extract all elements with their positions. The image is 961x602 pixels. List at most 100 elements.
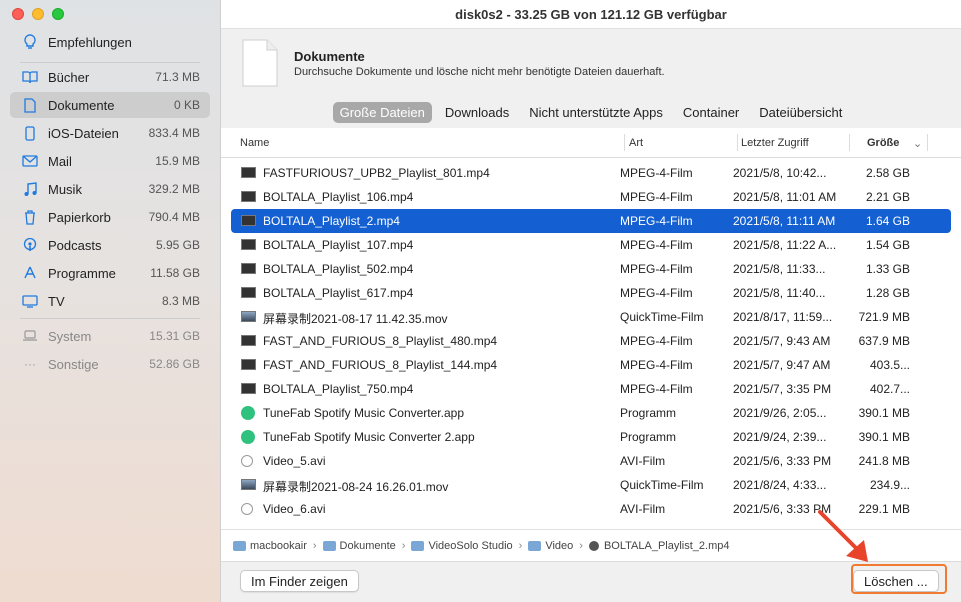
breadcrumb-item[interactable]: Dokumente: [340, 540, 396, 552]
file-last-accessed: 2021/5/8, 10:42...: [733, 166, 827, 180]
scrollbar[interactable]: [951, 168, 957, 528]
breadcrumb-item[interactable]: Video: [545, 540, 573, 552]
file-name: 屏幕录制2021-08-24 16.26.01.mov: [263, 480, 449, 494]
sidebar-item-size: 8.3 MB: [161, 294, 200, 308]
sidebar-item-label: Bücher: [48, 69, 90, 85]
delete-button[interactable]: Löschen ...: [853, 570, 939, 592]
laptop-icon: [20, 330, 40, 342]
table-row[interactable]: TuneFab Spotify Music Converter 2.app Pro…: [231, 425, 951, 449]
sidebar-item-programme[interactable]: Programme 11.58 GB: [10, 260, 210, 286]
sidebar-item-size: 0 KB: [173, 98, 200, 112]
file-kind: MPEG-4-Film: [620, 382, 693, 396]
file-kind: MPEG-4-Film: [620, 166, 693, 180]
sort-chevron-icon[interactable]: ⌄: [913, 137, 922, 150]
minimize-window-button[interactable]: [32, 8, 44, 20]
sidebar-item-mail[interactable]: Mail 15.9 MB: [10, 148, 210, 174]
file-size: 241.8 MB: [858, 454, 910, 468]
file-kind: AVI-Film: [620, 454, 666, 468]
sidebar-item-size: 790.4 MB: [148, 210, 200, 224]
file-last-accessed: 2021/5/8, 11:11 AM: [733, 214, 836, 228]
file-last-accessed: 2021/5/8, 11:22 A...: [733, 238, 837, 252]
file-name: BOLTALA_Playlist_750.mp4: [263, 382, 414, 396]
sidebar-item-empfehlungen[interactable]: Empfehlungen: [10, 29, 210, 55]
tab-nicht-unterstuetzte-apps[interactable]: Nicht unterstützte Apps: [522, 102, 670, 123]
table-row[interactable]: FAST_AND_FURIOUS_8_Playlist_480.mp4 MPEG-…: [231, 329, 951, 353]
tab-downloads[interactable]: Downloads: [438, 102, 516, 123]
video-thumbnail-icon: [241, 167, 256, 178]
file-kind: MPEG-4-Film: [620, 262, 693, 276]
column-header-art[interactable]: Art: [629, 137, 643, 149]
column-header-name[interactable]: Name: [240, 137, 269, 149]
sidebar-item-size: 833.4 MB: [148, 126, 200, 140]
file-last-accessed: 2021/5/8, 11:40...: [733, 286, 826, 300]
video-thumbnail-icon: [241, 359, 256, 370]
file-size: 2.58 GB: [865, 166, 910, 180]
file-name: Video_6.avi: [263, 502, 326, 516]
column-header-date[interactable]: Letzter Zugriff: [741, 137, 809, 149]
table-row[interactable]: BOLTALA_Playlist_617.mp4 MPEG-4-Film 2021/…: [231, 281, 951, 305]
table-row[interactable]: BOLTALA_Playlist_2.mp4 MPEG-4-Film 2021/5/…: [231, 209, 951, 233]
table-row[interactable]: BOLTALA_Playlist_106.mp4 MPEG-4-Film 2021/…: [231, 185, 951, 209]
file-kind: QuickTime-Film: [620, 478, 704, 492]
sidebar-item-tv[interactable]: TV 8.3 MB: [10, 288, 210, 314]
show-in-finder-button[interactable]: Im Finder zeigen: [240, 570, 359, 592]
sidebar-item-system[interactable]: System 15.31 GB: [10, 323, 210, 349]
zoom-window-button[interactable]: [52, 8, 64, 20]
phone-icon: [20, 125, 40, 141]
app-icon: [241, 406, 255, 420]
file-last-accessed: 2021/5/7, 9:47 AM: [733, 358, 831, 372]
file-name: FAST_AND_FURIOUS_8_Playlist_144.mp4: [263, 358, 498, 372]
breadcrumb-item[interactable]: BOLTALA_Playlist_2.mp4: [604, 540, 730, 552]
ellipsis-icon: ···: [24, 357, 36, 371]
file-size: 1.64 GB: [865, 214, 910, 228]
table-row[interactable]: BOLTALA_Playlist_750.mp4 MPEG-4-Film 2021/…: [231, 377, 951, 401]
window-title: disk0s2 - 33.25 GB von 121.12 GB verfügb…: [455, 6, 727, 22]
tab-dateiuebersicht[interactable]: Dateiübersicht: [752, 102, 849, 123]
file-last-accessed: 2021/5/8, 11:33...: [733, 262, 826, 276]
breadcrumb: macbookair › Dokumente › VideoSolo Studi…: [221, 529, 961, 561]
sidebar-item-size: 329.2 MB: [148, 182, 200, 196]
table-row[interactable]: Video_6.avi AVI-Film 2021/5/6, 3:33 PM 229.…: [231, 497, 951, 521]
file-table: Name Art Letzter Zugriff Größe ⌄ FASTFUR…: [221, 128, 961, 529]
table-row[interactable]: 屏幕录制2021-08-17 11.42.35.mov QuickTime-Fil…: [231, 305, 951, 329]
sidebar-item-podcasts[interactable]: Podcasts 5.95 GB: [10, 232, 210, 258]
sidebar-item-buecher[interactable]: Bücher 71.3 MB: [10, 64, 210, 90]
file-rows: FASTFURIOUS7_UPB2_Playlist_801.mp4 MPEG-4…: [231, 161, 951, 521]
sidebar-item-musik[interactable]: Musik 329.2 MB: [10, 176, 210, 202]
table-row[interactable]: Video_5.avi AVI-Film 2021/5/6, 3:33 PM 241.…: [231, 449, 951, 473]
table-row[interactable]: FAST_AND_FURIOUS_8_Playlist_144.mp4 MPEG-…: [231, 353, 951, 377]
breadcrumb-item[interactable]: macbookair: [250, 540, 307, 552]
table-row[interactable]: 屏幕录制2021-08-24 16.26.01.mov QuickTime-Fil…: [231, 473, 951, 497]
close-window-button[interactable]: [12, 8, 24, 20]
section-header: Dokumente Durchsuche Dokumente und lösch…: [221, 28, 961, 128]
file-name: BOLTALA_Playlist_502.mp4: [263, 262, 414, 276]
video-thumbnail-icon: [241, 263, 256, 274]
music-icon: [20, 181, 40, 197]
tab-container[interactable]: Container: [676, 102, 746, 123]
table-row[interactable]: BOLTALA_Playlist_107.mp4 MPEG-4-Film 2021/…: [231, 233, 951, 257]
sidebar-item-sonstige[interactable]: ··· Sonstige 52.86 GB: [10, 351, 210, 377]
tab-grosse-dateien[interactable]: Große Dateien: [332, 102, 432, 123]
file-last-accessed: 2021/5/6, 3:33 PM: [733, 502, 832, 516]
file-name: FASTFURIOUS7_UPB2_Playlist_801.mp4: [263, 166, 490, 180]
table-row[interactable]: BOLTALA_Playlist_502.mp4 MPEG-4-Film 2021/…: [231, 257, 951, 281]
breadcrumb-item[interactable]: VideoSolo Studio: [428, 540, 512, 552]
sidebar-item-papierkorb[interactable]: Papierkorb 790.4 MB: [10, 204, 210, 230]
column-header-size[interactable]: Größe: [867, 137, 899, 149]
table-row[interactable]: TuneFab Spotify Music Converter.app Progr…: [231, 401, 951, 425]
video-thumbnail-icon: [241, 335, 256, 346]
file-size: 390.1 MB: [858, 406, 910, 420]
sidebar-item-ios-dateien[interactable]: iOS-Dateien 833.4 MB: [10, 120, 210, 146]
sidebar-item-label: System: [48, 328, 92, 344]
sidebar-item-dokumente[interactable]: Dokumente 0 KB: [10, 92, 210, 118]
sidebar-item-label: Programme: [48, 265, 116, 281]
folder-icon: [322, 540, 336, 551]
sidebar-item-label: Sonstige: [48, 356, 99, 372]
file-name: 屏幕录制2021-08-17 11.42.35.mov: [263, 312, 448, 326]
column-divider: [849, 134, 850, 151]
table-row[interactable]: FASTFURIOUS7_UPB2_Playlist_801.mp4 MPEG-4…: [231, 161, 951, 185]
file-last-accessed: 2021/8/17, 11:59...: [733, 310, 833, 324]
file-kind: MPEG-4-Film: [620, 238, 693, 252]
file-kind: AVI-Film: [620, 502, 666, 516]
podcast-icon: [20, 238, 40, 252]
